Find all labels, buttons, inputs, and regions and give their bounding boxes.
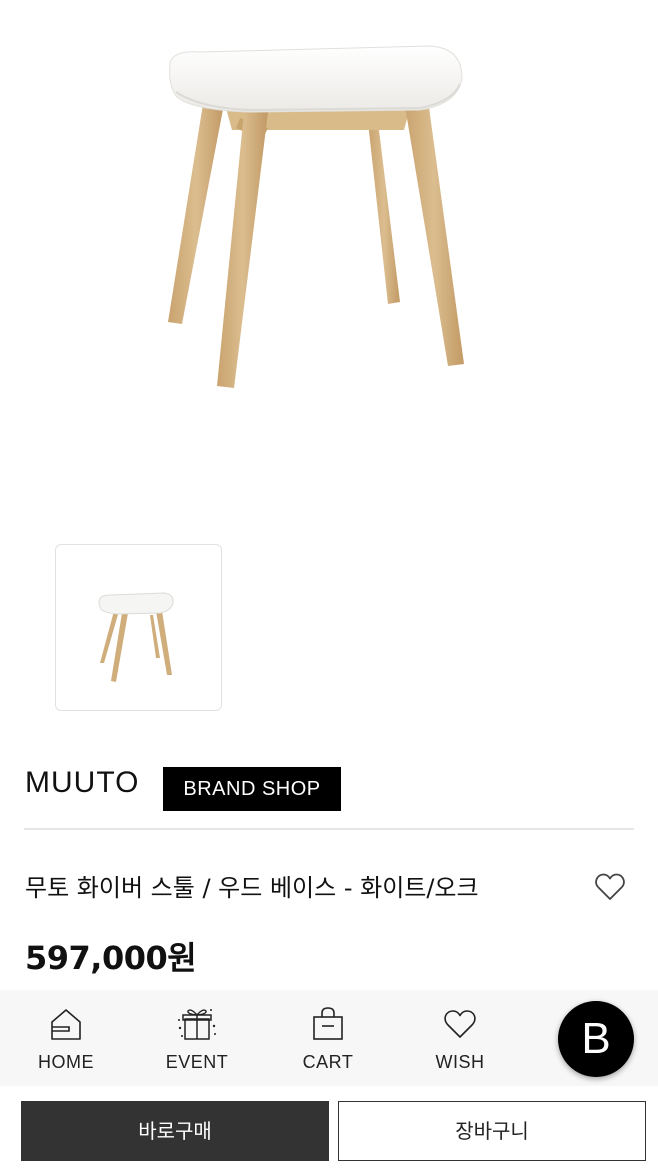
product-main-image[interactable] <box>0 0 658 520</box>
nav-cart-label: CART <box>302 1052 354 1072</box>
gift-icon <box>178 1009 216 1040</box>
shopping-bag-icon <box>313 1007 343 1040</box>
home-icon <box>51 1009 81 1040</box>
buy-now-button[interactable]: 바로구매 <box>21 1101 329 1161</box>
nav-wish-label: WISH <box>435 1052 485 1072</box>
heart-icon <box>444 1010 476 1038</box>
nav-home[interactable]: HOME <box>11 990 121 1086</box>
add-to-cart-button[interactable]: 장바구니 <box>338 1101 646 1161</box>
heart-icon[interactable] <box>594 872 626 902</box>
nav-cart[interactable]: CART <box>273 990 383 1086</box>
product-price: 597,000원 <box>25 939 197 977</box>
brand-name[interactable]: MUUTO <box>25 766 139 800</box>
divider <box>24 828 634 830</box>
product-thumbnail[interactable] <box>55 544 222 711</box>
nav-wish[interactable]: WISH <box>405 990 515 1086</box>
nav-home-label: HOME <box>38 1052 94 1072</box>
brand-shop-button[interactable]: BRAND SHOP <box>163 767 341 811</box>
nav-event-label: EVENT <box>165 1052 229 1072</box>
floating-b-button[interactable]: B <box>558 1001 634 1077</box>
nav-event[interactable]: EVENT <box>142 990 252 1086</box>
product-title: 무토 화이버 스툴 / 우드 베이스 - 화이트/오크 <box>25 874 479 902</box>
